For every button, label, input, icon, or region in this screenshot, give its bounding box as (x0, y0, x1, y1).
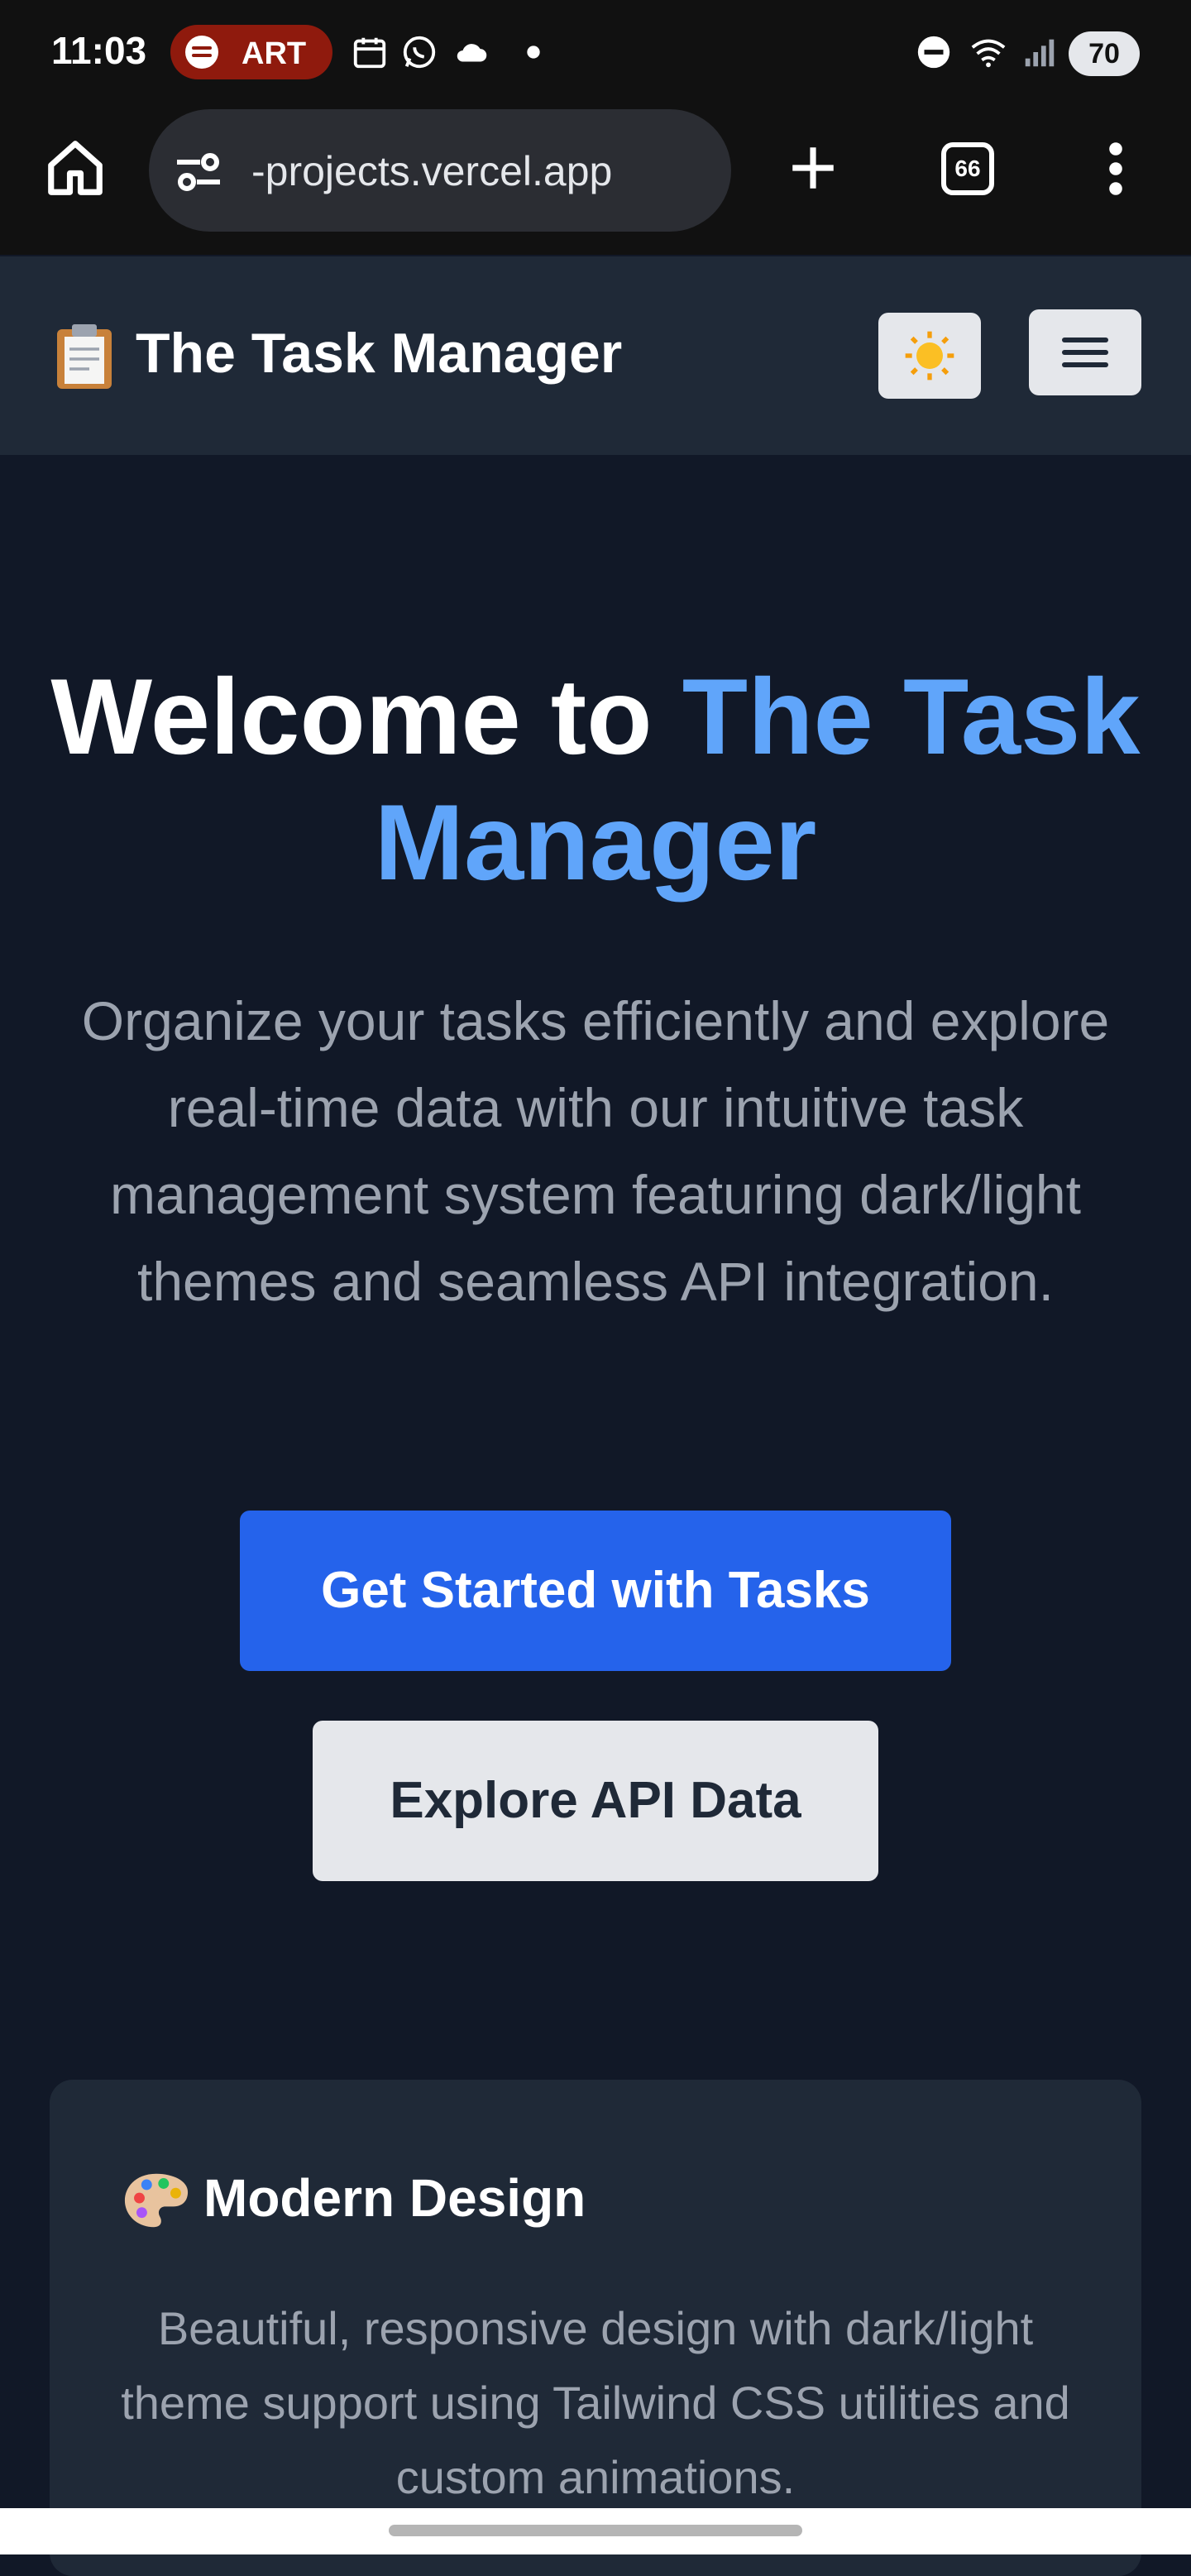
browser-toolbar: -projects.vercel.app 66 (0, 106, 1191, 255)
hero-title: Welcome to The Task Manager (0, 654, 1191, 905)
sun-icon (905, 331, 954, 381)
app-header: The Task Manager (0, 256, 1191, 457)
calendar-icon (353, 37, 386, 69)
spotify-icon (185, 36, 218, 69)
do-not-disturb-icon (917, 36, 950, 69)
feature-card-description: Beautiful, responsive design with dark/l… (121, 2302, 1070, 2503)
get-started-button[interactable]: Get Started with Tasks (240, 1511, 951, 1671)
media-label: ART (242, 36, 307, 71)
hamburger-bar (1062, 362, 1108, 367)
hero-subtitle: Organize your tasks efficiently and expl… (81, 990, 1110, 1312)
app-title[interactable]: The Task Manager (136, 321, 622, 385)
url-text: -projects.vercel.app (251, 148, 613, 194)
status-clock: 11:03 (51, 29, 147, 72)
new-tab-icon[interactable] (786, 141, 840, 195)
explore-api-button[interactable]: Explore API Data (313, 1721, 878, 1881)
signal-icon (1025, 39, 1055, 67)
cloud-icon (457, 44, 487, 62)
feature-card: Modern Design Beautiful, responsive desi… (50, 2080, 1141, 2576)
theme-toggle-button[interactable] (878, 313, 981, 399)
notification-dot-icon (527, 45, 540, 59)
whatsapp-icon (403, 36, 436, 69)
hamburger-bar (1062, 338, 1108, 342)
media-pill[interactable]: ART (170, 25, 332, 79)
feature-card-title: Modern Design (203, 2168, 586, 2228)
clipboard-icon (57, 324, 112, 389)
hero-title-prefix: Welcome to (50, 656, 653, 777)
site-settings-icon[interactable] (174, 152, 223, 192)
battery-indicator: 70 (1069, 31, 1140, 76)
home-icon[interactable] (43, 136, 108, 200)
status-bar: 11:03 ART 70 (0, 0, 1191, 106)
tab-switcher-button[interactable]: 66 (941, 142, 994, 195)
wifi-icon (971, 39, 1006, 68)
palette-icon (124, 2173, 189, 2228)
hamburger-bar (1062, 350, 1108, 355)
gesture-handle[interactable] (389, 2525, 802, 2536)
address-bar[interactable]: -projects.vercel.app (149, 109, 731, 232)
menu-button[interactable] (1029, 309, 1141, 395)
more-menu-icon[interactable] (1097, 139, 1135, 199)
system-nav-bar (0, 2508, 1191, 2554)
